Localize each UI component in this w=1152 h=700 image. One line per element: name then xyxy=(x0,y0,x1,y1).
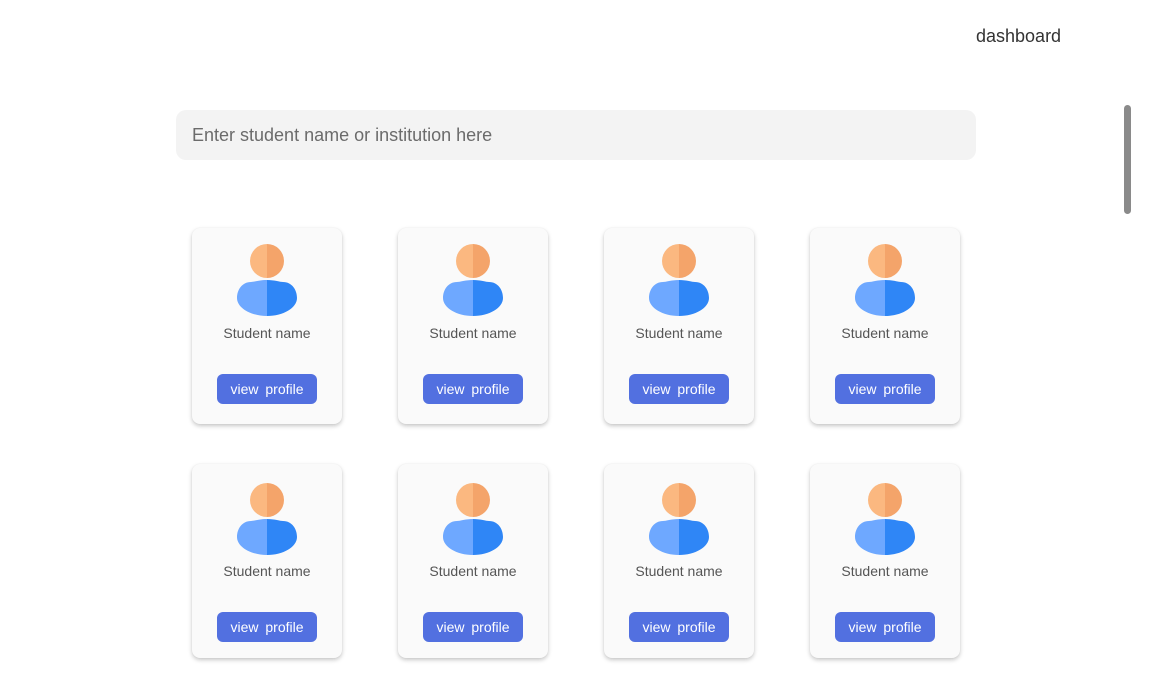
student-card: Student name view profile xyxy=(398,464,548,658)
view-profile-button[interactable]: view profile xyxy=(217,612,317,642)
student-name: Student name xyxy=(841,563,929,579)
student-card: Student name view profile xyxy=(604,464,754,658)
dashboard-link[interactable]: dashboard xyxy=(976,26,1061,47)
student-name: Student name xyxy=(223,325,311,341)
user-avatar-icon xyxy=(649,483,709,555)
student-card: Student name view profile xyxy=(810,228,960,424)
view-profile-button[interactable]: view profile xyxy=(835,374,935,404)
student-name: Student name xyxy=(223,563,311,579)
user-avatar-icon xyxy=(443,244,503,316)
view-profile-button[interactable]: view profile xyxy=(217,374,317,404)
view-profile-button[interactable]: view profile xyxy=(629,612,729,642)
student-name: Student name xyxy=(635,563,723,579)
user-avatar-icon xyxy=(237,483,297,555)
view-profile-button[interactable]: view profile xyxy=(629,374,729,404)
user-avatar-icon xyxy=(649,244,709,316)
student-card-grid: Student name view profile Student name v… xyxy=(192,228,962,658)
student-card: Student name view profile xyxy=(192,464,342,658)
student-name: Student name xyxy=(429,325,517,341)
view-profile-button[interactable]: view profile xyxy=(423,612,523,642)
user-avatar-icon xyxy=(443,483,503,555)
user-avatar-icon xyxy=(237,244,297,316)
student-name: Student name xyxy=(429,563,517,579)
user-avatar-icon xyxy=(855,483,915,555)
scrollbar-thumb[interactable] xyxy=(1124,105,1131,214)
student-card: Student name view profile xyxy=(398,228,548,424)
view-profile-button[interactable]: view profile xyxy=(423,374,523,404)
student-card: Student name view profile xyxy=(810,464,960,658)
user-avatar-icon xyxy=(855,244,915,316)
view-profile-button[interactable]: view profile xyxy=(835,612,935,642)
student-card: Student name view profile xyxy=(604,228,754,424)
search-input[interactable] xyxy=(176,110,976,160)
student-name: Student name xyxy=(841,325,929,341)
page: dashboard Student name view profile Stud… xyxy=(0,0,1152,700)
student-name: Student name xyxy=(635,325,723,341)
student-card: Student name view profile xyxy=(192,228,342,424)
